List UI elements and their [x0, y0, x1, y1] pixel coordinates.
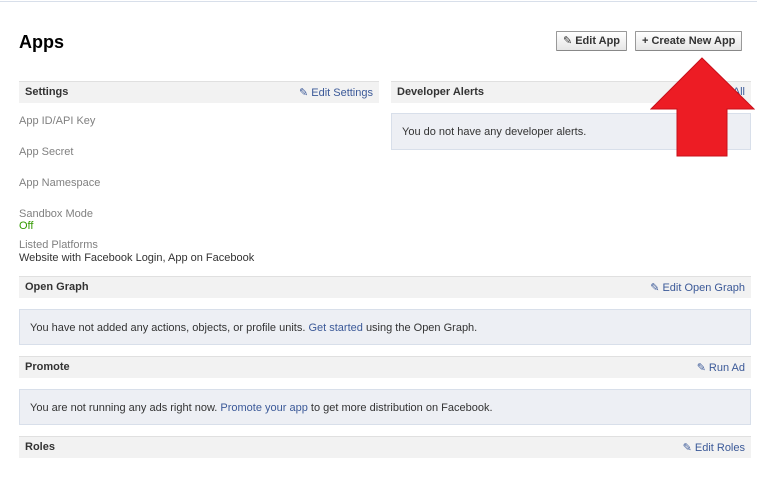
- promote-message: You are not running any ads right now. P…: [30, 402, 493, 414]
- pencil-icon: ✎: [696, 362, 706, 374]
- settings-heading: Settings: [25, 86, 69, 98]
- edit-open-graph-label: Edit Open Graph: [662, 282, 745, 294]
- open-graph-message-text: You have not added any actions, objects,…: [30, 322, 306, 334]
- edit-roles-link[interactable]: ✎ Edit Roles: [683, 441, 745, 454]
- pencil-icon: ✎: [563, 35, 573, 47]
- promote-heading: Promote: [25, 361, 70, 373]
- app-id-label: App ID/API Key: [19, 115, 96, 127]
- run-ad-link[interactable]: ✎ Run Ad: [697, 361, 745, 374]
- promote-message-suffix: to get more distribution on Facebook.: [310, 402, 493, 414]
- top-divider: [0, 1, 757, 2]
- edit-app-button[interactable]: ✎ Edit App: [556, 31, 628, 51]
- promote-your-app-link[interactable]: Promote your app: [220, 402, 307, 414]
- edit-settings-label: Edit Settings: [311, 87, 373, 99]
- pencil-icon: ✎: [650, 282, 660, 294]
- arrow-shape: [650, 57, 755, 157]
- edit-open-graph-link[interactable]: ✎ Edit Open Graph: [650, 281, 745, 294]
- app-namespace-label: App Namespace: [19, 177, 101, 189]
- open-graph-message: You have not added any actions, objects,…: [30, 322, 477, 334]
- create-new-app-label: Create New App: [651, 35, 736, 47]
- promote-panel: You are not running any ads right now. P…: [19, 389, 751, 425]
- developer-alerts-heading: Developer Alerts: [397, 86, 485, 98]
- edit-settings-link[interactable]: ✎ Edit Settings: [299, 86, 373, 99]
- open-graph-panel: You have not added any actions, objects,…: [19, 309, 751, 345]
- roles-heading: Roles: [25, 441, 55, 453]
- open-graph-header: Open Graph ✎ Edit Open Graph: [19, 276, 751, 298]
- open-graph-heading: Open Graph: [25, 281, 89, 293]
- get-started-link[interactable]: Get started: [308, 322, 362, 334]
- listed-platforms-value: Website with Facebook Login, App on Face…: [19, 252, 255, 264]
- pencil-icon: ✎: [682, 442, 692, 454]
- page-title: Apps: [19, 32, 64, 52]
- edit-app-label: Edit App: [575, 35, 621, 47]
- plus-icon: +: [642, 35, 649, 47]
- pencil-icon: ✎: [299, 87, 309, 99]
- create-new-app-button[interactable]: + Create New App: [635, 31, 743, 51]
- sandbox-mode-label: Sandbox Mode: [19, 208, 93, 220]
- promote-message-text: You are not running any ads right now.: [30, 402, 218, 414]
- red-arrow-annotation: [650, 57, 755, 157]
- app-secret-label: App Secret: [19, 146, 74, 158]
- developer-alerts-message: You do not have any developer alerts.: [402, 126, 587, 138]
- open-graph-message-suffix: using the Open Graph.: [365, 322, 478, 334]
- edit-roles-label: Edit Roles: [694, 442, 745, 454]
- sandbox-mode-value: Off: [19, 220, 34, 232]
- roles-header: Roles ✎ Edit Roles: [19, 436, 751, 458]
- settings-header: Settings ✎ Edit Settings: [19, 81, 379, 103]
- run-ad-label: Run Ad: [708, 362, 745, 374]
- listed-platforms-label: Listed Platforms: [19, 239, 98, 251]
- promote-header: Promote ✎ Run Ad: [19, 356, 751, 378]
